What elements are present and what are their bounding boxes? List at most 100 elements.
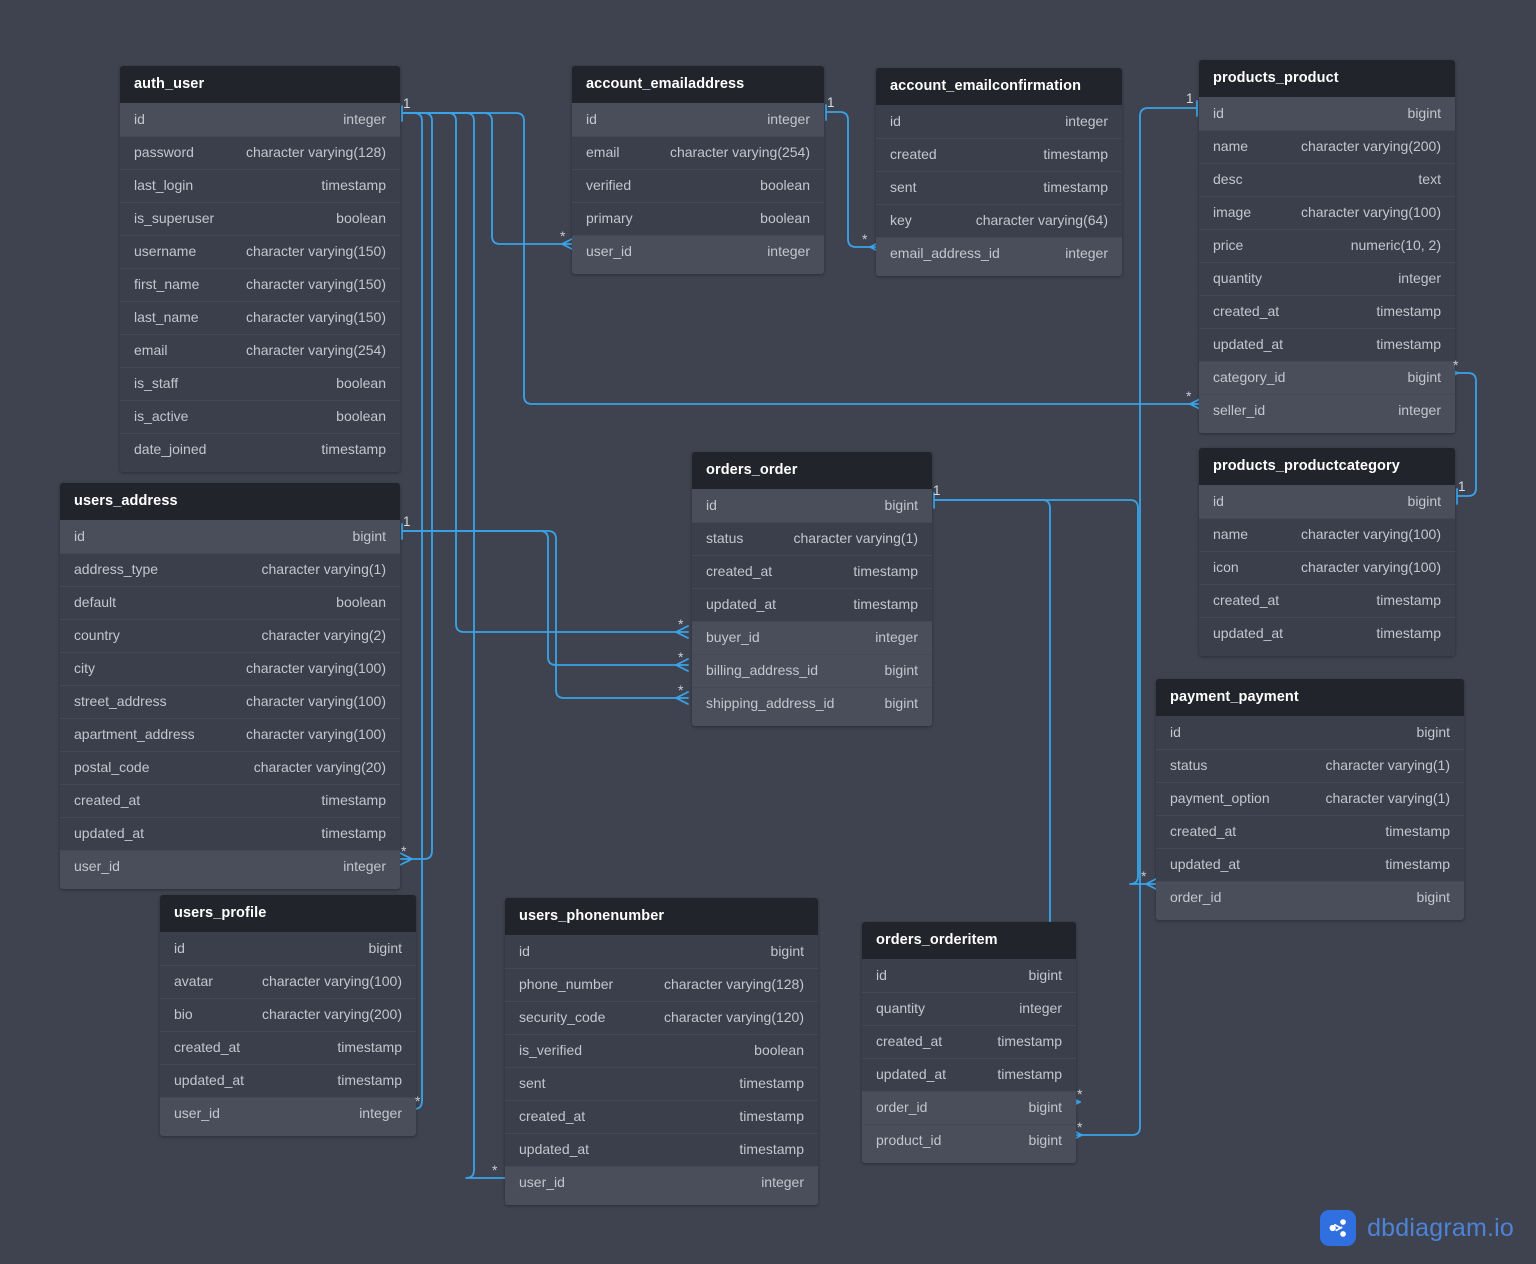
field-type: boolean: [760, 210, 810, 226]
field-row-auth_user-first_name[interactable]: first_name character varying(150): [120, 268, 400, 301]
field-row-products_productcategory-updated_at[interactable]: updated_at timestamp: [1199, 617, 1455, 650]
field-row-auth_user-last_login[interactable]: last_login timestamp: [120, 169, 400, 202]
table-card-orders_orderitem[interactable]: orders_orderitem id bigint quantity integer c…: [862, 922, 1076, 1163]
field-row-products_product-desc[interactable]: desc text: [1199, 163, 1455, 196]
field-row-products_product-category_id[interactable]: category_id bigint: [1199, 361, 1455, 394]
field-row-users_address-postal_code[interactable]: postal_code character varying(20): [60, 751, 400, 784]
field-row-users_address-country[interactable]: country character varying(2): [60, 619, 400, 652]
field-row-products_product-id[interactable]: id bigint: [1199, 97, 1455, 130]
field-row-users_address-address_type[interactable]: address_type character varying(1): [60, 553, 400, 586]
field-row-users_phonenumber-created_at[interactable]: created_at timestamp: [505, 1100, 818, 1133]
field-row-account_emailconfirmation-created[interactable]: created timestamp: [876, 138, 1122, 171]
field-row-account_emailaddress-email[interactable]: email character varying(254): [572, 136, 824, 169]
field-row-users_phonenumber-id[interactable]: id bigint: [505, 935, 818, 968]
field-row-payment_payment-updated_at[interactable]: updated_at timestamp: [1156, 848, 1464, 881]
field-row-orders_orderitem-quantity[interactable]: quantity integer: [862, 992, 1076, 1025]
table-card-auth_user[interactable]: auth_user id integer password character vary…: [120, 66, 400, 472]
table-card-users_profile[interactable]: users_profile id bigint avatar character var…: [160, 895, 416, 1136]
field-row-users_profile-created_at[interactable]: created_at timestamp: [160, 1031, 416, 1064]
field-row-auth_user-password[interactable]: password character varying(128): [120, 136, 400, 169]
table-card-payment_payment[interactable]: payment_payment id bigint status character v…: [1156, 679, 1464, 920]
field-row-users_phonenumber-sent[interactable]: sent timestamp: [505, 1067, 818, 1100]
field-row-products_productcategory-id[interactable]: id bigint: [1199, 485, 1455, 518]
field-row-products_product-seller_id[interactable]: seller_id integer: [1199, 394, 1455, 427]
field-row-account_emailaddress-user_id[interactable]: user_id integer: [572, 235, 824, 268]
field-row-products_product-updated_at[interactable]: updated_at timestamp: [1199, 328, 1455, 361]
field-name: id: [519, 943, 530, 959]
field-row-auth_user-date_joined[interactable]: date_joined timestamp: [120, 433, 400, 466]
field-row-orders_order-updated_at[interactable]: updated_at timestamp: [692, 588, 932, 621]
field-row-products_product-created_at[interactable]: created_at timestamp: [1199, 295, 1455, 328]
table-card-users_address[interactable]: users_address id bigint address_type charact…: [60, 483, 400, 889]
field-row-payment_payment-created_at[interactable]: created_at timestamp: [1156, 815, 1464, 848]
field-row-orders_order-created_at[interactable]: created_at timestamp: [692, 555, 932, 588]
field-row-auth_user-last_name[interactable]: last_name character varying(150): [120, 301, 400, 334]
field-row-orders_order-billing_address_id[interactable]: billing_address_id bigint: [692, 654, 932, 687]
field-row-account_emailconfirmation-sent[interactable]: sent timestamp: [876, 171, 1122, 204]
diagram-canvas[interactable]: auth_user id integer password character vary…: [0, 0, 1536, 1264]
table-card-account_emailaddress[interactable]: account_emailaddress id integer email charac…: [572, 66, 824, 274]
field-row-users_address-city[interactable]: city character varying(100): [60, 652, 400, 685]
card-bottom-pad: [60, 883, 400, 889]
field-row-orders_order-shipping_address_id[interactable]: shipping_address_id bigint: [692, 687, 932, 720]
field-row-users_address-street_address[interactable]: street_address character varying(100): [60, 685, 400, 718]
field-row-users_address-apartment_address[interactable]: apartment_address character varying(100): [60, 718, 400, 751]
field-row-products_product-quantity[interactable]: quantity integer: [1199, 262, 1455, 295]
field-row-products_product-price[interactable]: price numeric(10, 2): [1199, 229, 1455, 262]
field-row-users_address-id[interactable]: id bigint: [60, 520, 400, 553]
dbdiagram-brand[interactable]: dbdiagram.io: [1320, 1210, 1514, 1246]
field-row-payment_payment-id[interactable]: id bigint: [1156, 716, 1464, 749]
table-card-products_productcategory[interactable]: products_productcategory id bigint name char…: [1199, 448, 1455, 656]
table-card-users_phonenumber[interactable]: users_phonenumber id bigint phone_number cha…: [505, 898, 818, 1205]
field-row-auth_user-username[interactable]: username character varying(150): [120, 235, 400, 268]
field-row-account_emailconfirmation-id[interactable]: id integer: [876, 105, 1122, 138]
field-row-orders_order-status[interactable]: status character varying(1): [692, 522, 932, 555]
field-row-auth_user-email[interactable]: email character varying(254): [120, 334, 400, 367]
field-row-users_phonenumber-user_id[interactable]: user_id integer: [505, 1166, 818, 1199]
field-row-users_phonenumber-is_verified[interactable]: is_verified boolean: [505, 1034, 818, 1067]
field-type: bigint: [884, 695, 918, 711]
field-row-account_emailconfirmation-email_address_id[interactable]: email_address_id integer: [876, 237, 1122, 270]
field-row-users_phonenumber-phone_number[interactable]: phone_number character varying(128): [505, 968, 818, 1001]
field-row-auth_user-is_staff[interactable]: is_staff boolean: [120, 367, 400, 400]
field-row-products_product-name[interactable]: name character varying(200): [1199, 130, 1455, 163]
field-row-account_emailconfirmation-key[interactable]: key character varying(64): [876, 204, 1122, 237]
field-row-orders_orderitem-product_id[interactable]: product_id bigint: [862, 1124, 1076, 1157]
field-row-users_address-updated_at[interactable]: updated_at timestamp: [60, 817, 400, 850]
field-row-auth_user-is_active[interactable]: is_active boolean: [120, 400, 400, 433]
field-row-products_productcategory-created_at[interactable]: created_at timestamp: [1199, 584, 1455, 617]
field-row-payment_payment-payment_option[interactable]: payment_option character varying(1): [1156, 782, 1464, 815]
field-row-account_emailaddress-primary[interactable]: primary boolean: [572, 202, 824, 235]
field-row-products_productcategory-name[interactable]: name character varying(100): [1199, 518, 1455, 551]
field-row-payment_payment-status[interactable]: status character varying(1): [1156, 749, 1464, 782]
field-row-users_profile-user_id[interactable]: user_id integer: [160, 1097, 416, 1130]
field-row-users_profile-id[interactable]: id bigint: [160, 932, 416, 965]
table-card-products_product[interactable]: products_product id bigint name character va…: [1199, 60, 1455, 433]
table-card-account_emailconfirmation[interactable]: account_emailconfirmation id integer create…: [876, 68, 1122, 276]
field-row-orders_orderitem-id[interactable]: id bigint: [862, 959, 1076, 992]
field-row-users_profile-updated_at[interactable]: updated_at timestamp: [160, 1064, 416, 1097]
field-row-orders_order-buyer_id[interactable]: buyer_id integer: [692, 621, 932, 654]
field-row-users_address-created_at[interactable]: created_at timestamp: [60, 784, 400, 817]
field-row-orders_orderitem-order_id[interactable]: order_id bigint: [862, 1091, 1076, 1124]
field-row-payment_payment-order_id[interactable]: order_id bigint: [1156, 881, 1464, 914]
field-row-users_profile-avatar[interactable]: avatar character varying(100): [160, 965, 416, 998]
field-row-users_address-default[interactable]: default boolean: [60, 586, 400, 619]
field-type: character varying(100): [245, 693, 386, 709]
field-name: id: [706, 497, 717, 513]
field-type: bigint: [352, 528, 386, 544]
field-row-auth_user-is_superuser[interactable]: is_superuser boolean: [120, 202, 400, 235]
field-row-orders_order-id[interactable]: id bigint: [692, 489, 932, 522]
field-row-account_emailaddress-verified[interactable]: verified boolean: [572, 169, 824, 202]
field-row-users_profile-bio[interactable]: bio character varying(200): [160, 998, 416, 1031]
field-row-orders_orderitem-created_at[interactable]: created_at timestamp: [862, 1025, 1076, 1058]
field-row-users_phonenumber-security_code[interactable]: security_code character varying(120): [505, 1001, 818, 1034]
table-card-orders_order[interactable]: orders_order id bigint status character vary…: [692, 452, 932, 726]
field-row-account_emailaddress-id[interactable]: id integer: [572, 103, 824, 136]
field-row-auth_user-id[interactable]: id integer: [120, 103, 400, 136]
field-row-products_product-image[interactable]: image character varying(100): [1199, 196, 1455, 229]
field-row-products_productcategory-icon[interactable]: icon character varying(100): [1199, 551, 1455, 584]
field-row-users_phonenumber-updated_at[interactable]: updated_at timestamp: [505, 1133, 818, 1166]
field-row-users_address-user_id[interactable]: user_id integer: [60, 850, 400, 883]
field-row-orders_orderitem-updated_at[interactable]: updated_at timestamp: [862, 1058, 1076, 1091]
